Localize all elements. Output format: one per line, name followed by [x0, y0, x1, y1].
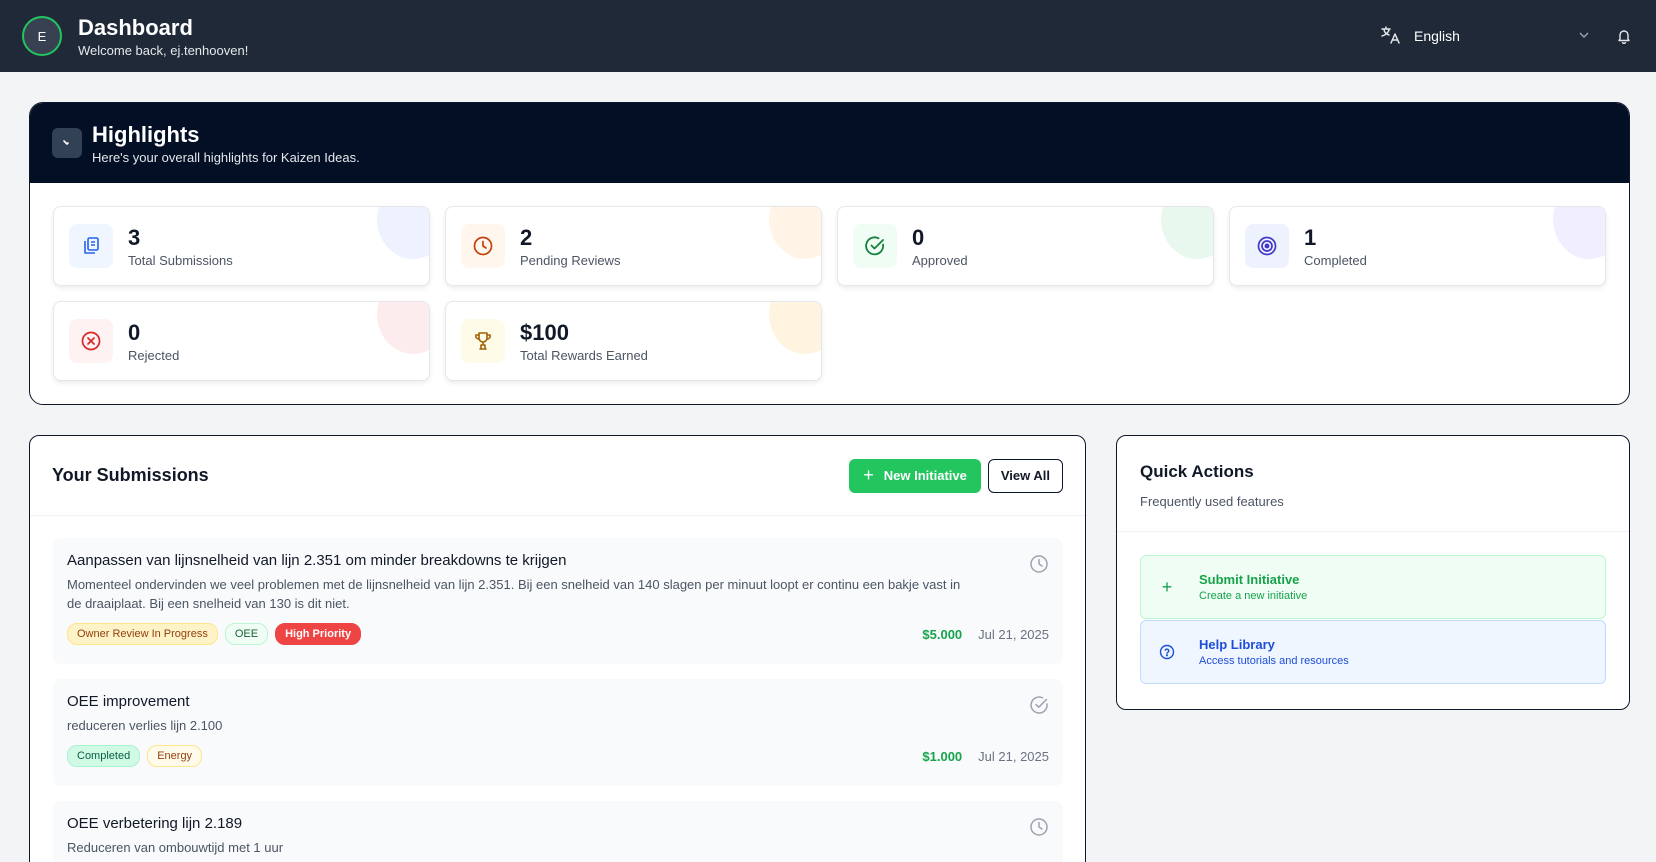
quick-actions-card: Quick Actions Frequently used features +…: [1116, 435, 1630, 710]
stat-label: Total Submissions: [128, 252, 233, 268]
submission-title: OEE improvement: [67, 693, 190, 710]
submit-initiative-action[interactable]: + Submit Initiative Create a new initiat…: [1140, 555, 1606, 619]
highlights-title: Highlights: [92, 121, 200, 147]
stat-total-submissions: 3 Total Submissions: [53, 206, 430, 286]
stat-rejected: 0 Rejected: [53, 301, 430, 381]
stat-pending-reviews: 2 Pending Reviews: [445, 206, 822, 286]
target-icon: [1245, 224, 1289, 268]
action-subtitle: Create a new initiative: [1199, 590, 1308, 602]
check-circle-icon: [853, 224, 897, 268]
bell-icon[interactable]: [1614, 26, 1634, 46]
action-subtitle: Access tutorials and resources: [1199, 655, 1349, 667]
submission-description: Momenteel ondervinden we veel problemen …: [67, 577, 961, 611]
header-text: Dashboard Welcome back, ej.tenhooven!: [78, 15, 248, 58]
submission-title: Aanpassen van lijnsnelheid van lijn 2.35…: [67, 552, 567, 569]
clock-icon: [1029, 817, 1049, 837]
clock-icon: [1029, 554, 1049, 574]
view-all-button[interactable]: View All: [987, 458, 1063, 493]
stat-value: 3: [128, 224, 141, 250]
stat-value: $100: [520, 319, 569, 345]
documents-icon: [69, 224, 113, 268]
stat-label: Approved: [912, 252, 968, 268]
action-title: Help Library: [1199, 637, 1275, 652]
stat-label: Total Rewards Earned: [520, 347, 648, 363]
top-bar: E Dashboard Welcome back, ej.tenhooven! …: [0, 0, 1656, 72]
action-title: Submit Initiative: [1199, 572, 1300, 587]
highlights-subtitle: Here's your overall highlights for Kaize…: [92, 149, 360, 165]
submission-reward: $5.000: [922, 626, 963, 642]
submission-title: OEE verbetering lijn 2.189: [67, 815, 243, 832]
submissions-card: Your Submissions + New Initiative View A…: [29, 435, 1086, 862]
x-circle-icon: [69, 319, 113, 363]
chevron-down-icon: [1578, 28, 1590, 44]
quick-actions-header: Quick Actions Frequently used features: [1117, 436, 1629, 532]
plus-icon: +: [1161, 576, 1173, 597]
plus-icon: +: [863, 465, 874, 485]
new-initiative-button[interactable]: + New Initiative: [849, 458, 981, 493]
stat-total-rewards: $100 Total Rewards Earned: [445, 301, 822, 381]
help-circle-icon: [1157, 642, 1177, 662]
quick-actions-title: Quick Actions: [1140, 462, 1254, 481]
submission-reward: $1.000: [922, 748, 963, 764]
stat-approved: 0 Approved: [837, 206, 1214, 286]
status-badge: Completed: [67, 745, 141, 767]
stat-label: Completed: [1304, 252, 1367, 268]
stat-label: Rejected: [128, 347, 180, 363]
header-actions: English: [1380, 0, 1634, 72]
clock-icon: [461, 224, 505, 268]
submission-item[interactable]: Aanpassen van lijnsnelheid van lijn 2.35…: [53, 538, 1063, 664]
language-label: English: [1414, 28, 1460, 44]
category-badge: Energy: [147, 745, 203, 767]
language-select[interactable]: English: [1380, 16, 1590, 56]
submissions-header: Your Submissions + New Initiative View A…: [30, 436, 1085, 516]
submission-description: Reduceren van ombouwtijd met 1 uur: [67, 840, 284, 855]
translate-icon: [1380, 25, 1400, 48]
submission-description: reduceren verlies lijn 2.100: [67, 718, 223, 733]
stat-value: 1: [1304, 224, 1317, 250]
check-circle-icon: [1029, 695, 1049, 715]
submission-date: Jul 21, 2025: [978, 748, 1049, 764]
priority-badge: High Priority: [275, 623, 362, 645]
avatar[interactable]: E: [22, 16, 62, 56]
quick-actions-subtitle: Frequently used features: [1140, 494, 1284, 509]
submissions-title: Your Submissions: [52, 465, 209, 485]
submission-item[interactable]: OEE verbetering lijn 2.189 Reduceren van…: [53, 801, 1063, 862]
highlights-header: Highlights Here's your overall highlight…: [30, 103, 1629, 183]
trend-icon: [52, 128, 82, 158]
submission-date: Jul 21, 2025: [978, 626, 1049, 642]
stat-value: 0: [912, 224, 925, 250]
stat-value: 0: [128, 319, 141, 345]
stat-label: Pending Reviews: [520, 252, 621, 268]
stat-completed: 1 Completed: [1229, 206, 1606, 286]
new-initiative-label: New Initiative: [883, 468, 967, 483]
highlights-card: Highlights Here's your overall highlight…: [29, 102, 1630, 405]
stat-value: 2: [520, 224, 533, 250]
page-title: Dashboard: [78, 14, 193, 40]
help-library-action[interactable]: Help Library Access tutorials and resour…: [1140, 620, 1606, 684]
welcome-text: Welcome back, ej.tenhooven!: [78, 42, 249, 58]
trophy-icon: [461, 319, 505, 363]
status-badge: Owner Review In Progress: [67, 623, 218, 645]
category-badge: OEE: [224, 623, 269, 645]
submission-item[interactable]: OEE improvement reduceren verlies lijn 2…: [53, 679, 1063, 786]
